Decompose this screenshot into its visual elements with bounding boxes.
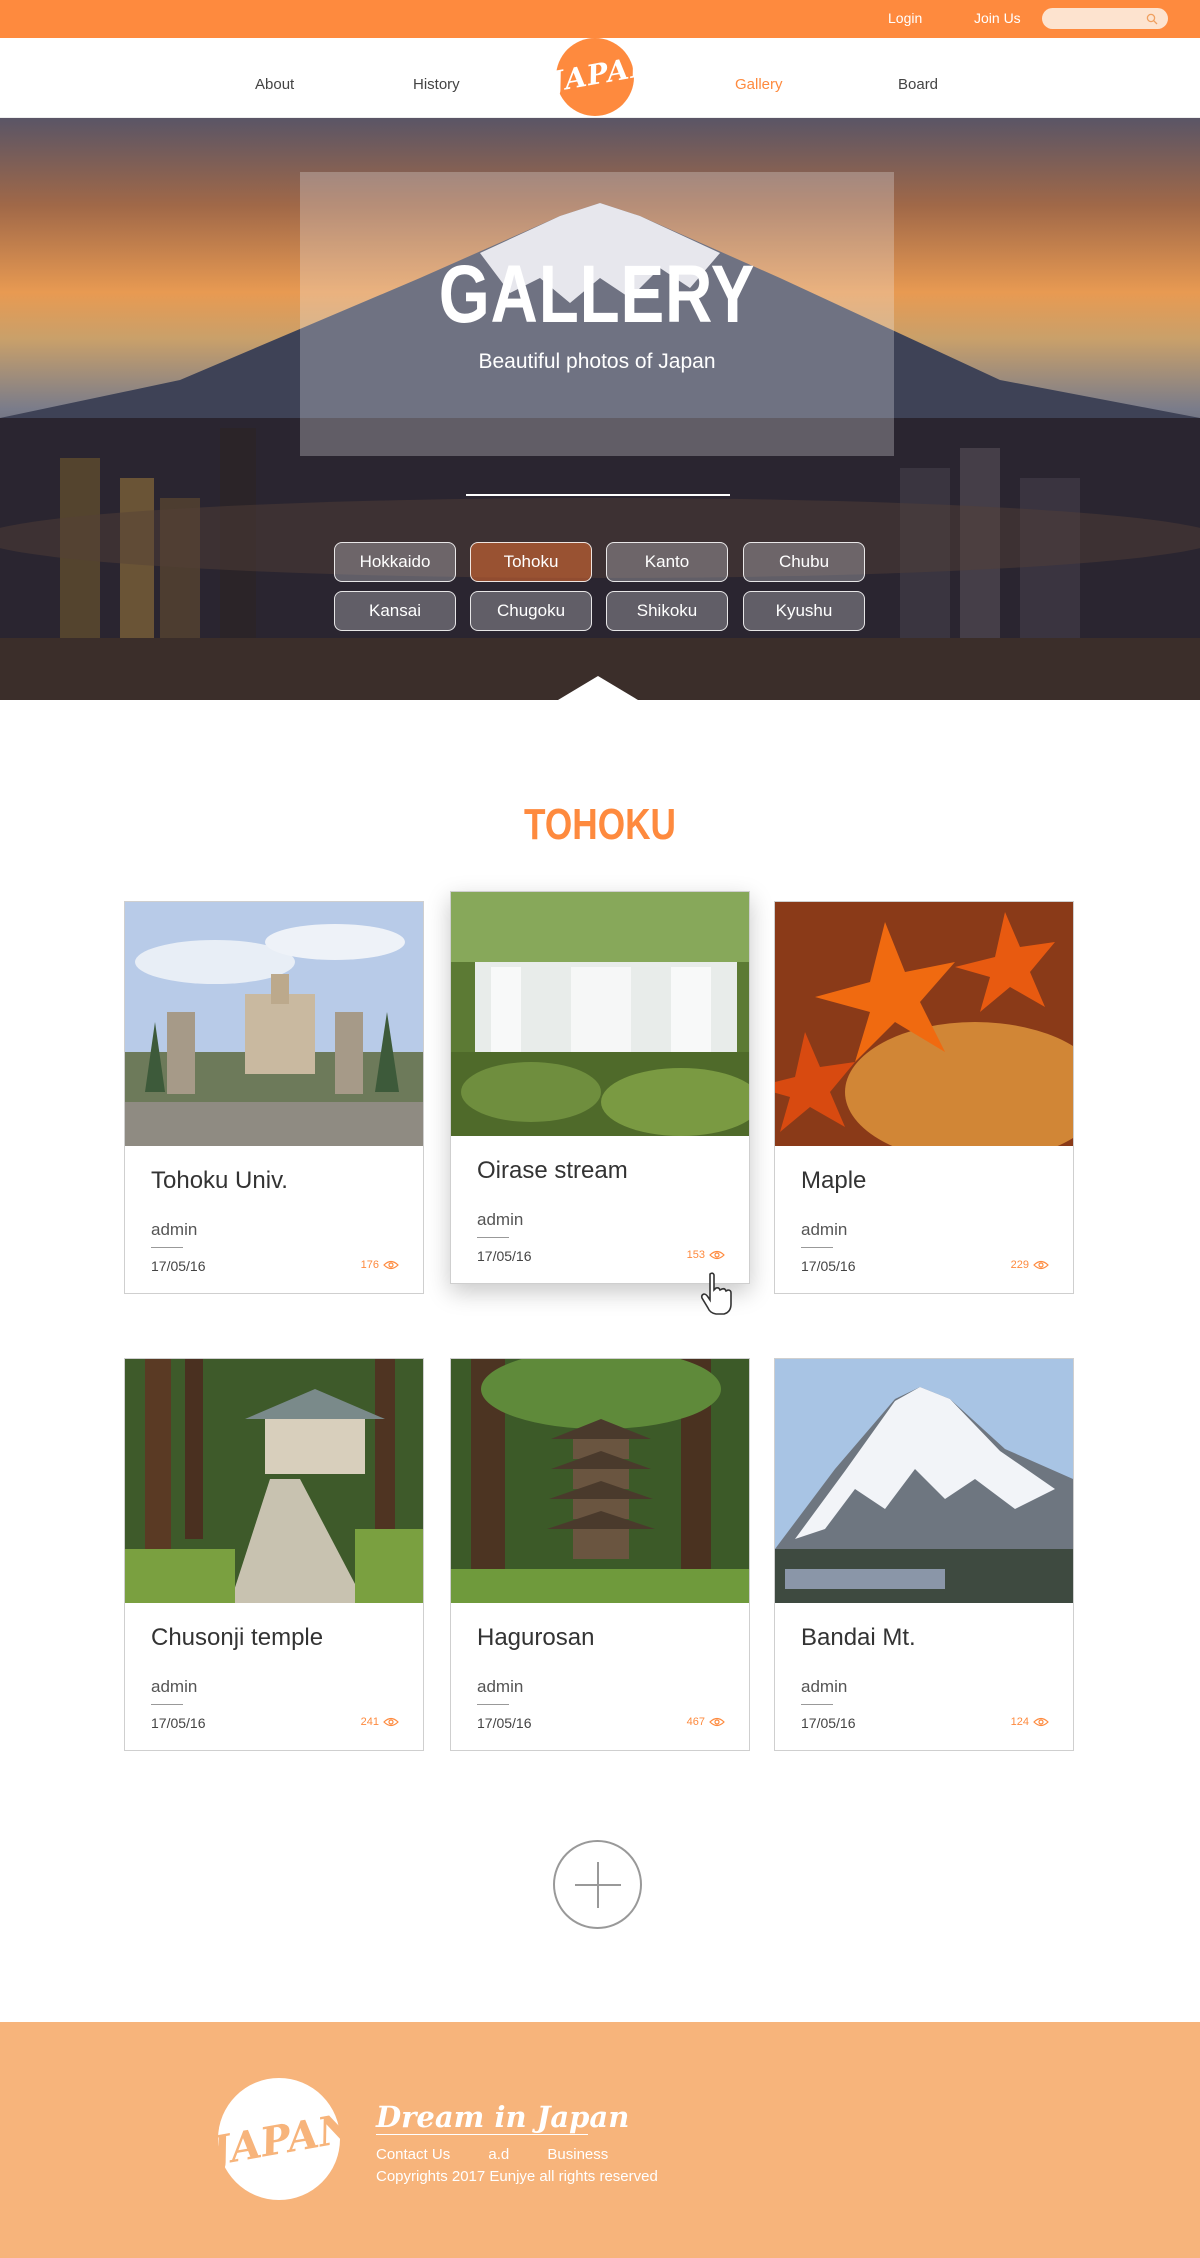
view-count-value: 229 (1010, 1259, 1029, 1271)
gallery-card[interactable]: Hagurosan admin 17/05/16 467 (450, 1358, 750, 1751)
card-title: Tohoku Univ. (151, 1167, 288, 1194)
card-author: admin (801, 1220, 848, 1239)
card-title: Maple (801, 1167, 867, 1194)
footer-link-contact[interactable]: Contact Us (376, 2146, 450, 2163)
eye-icon (383, 1717, 399, 1727)
nav-item-about[interactable]: About (255, 76, 294, 93)
card-photo[interactable] (451, 1359, 749, 1603)
footer-logo-text: JAPAN (207, 2103, 359, 2176)
load-more-button[interactable] (553, 1840, 642, 1929)
temple-photo (125, 1359, 423, 1603)
eye-icon (1033, 1260, 1049, 1270)
card-date: 17/05/16 (151, 1258, 206, 1274)
card-author: admin (151, 1677, 198, 1696)
pagoda-photo (451, 1359, 749, 1603)
card-divider (151, 1247, 183, 1248)
card-date: 17/05/16 (477, 1248, 532, 1264)
card-title: Hagurosan (477, 1624, 595, 1651)
top-bar: Login Join Us (0, 0, 1200, 38)
view-count: 176 (361, 1259, 399, 1271)
mountain-photo (775, 1359, 1073, 1603)
card-photo[interactable] (775, 902, 1073, 1146)
footer-link-ad[interactable]: a.d (488, 2146, 509, 2163)
nav-item-history[interactable]: History (413, 76, 460, 93)
card-title: Chusonji temple (151, 1624, 324, 1651)
card-divider (801, 1247, 833, 1248)
view-count-value: 124 (1010, 1716, 1029, 1728)
university-photo (125, 902, 423, 1146)
copyright: Copyrights 2017 Eunjye all rights reserv… (376, 2168, 658, 2185)
logo-text: JAPAN (547, 47, 659, 99)
eye-icon (709, 1717, 725, 1727)
search-input[interactable] (1042, 8, 1168, 29)
divider (466, 494, 730, 496)
card-author: admin (477, 1677, 524, 1696)
card-date: 17/05/16 (477, 1715, 532, 1731)
footer-divider (376, 2134, 588, 2135)
nav-item-board[interactable]: Board (898, 76, 938, 93)
maple-photo (775, 902, 1073, 1146)
login-link[interactable]: Login (888, 10, 922, 26)
region-button-kyushu[interactable]: Kyushu (743, 591, 865, 631)
card-author: admin (801, 1677, 848, 1696)
gallery-card[interactable]: Oirase stream admin 17/05/16 153 (450, 891, 750, 1284)
view-count-value: 241 (360, 1716, 379, 1728)
region-button-chubu[interactable]: Chubu (743, 542, 865, 582)
waterfall-photo (451, 892, 749, 1136)
page-title: GALLERY (438, 249, 756, 340)
nav-item-gallery[interactable]: Gallery (735, 76, 783, 93)
gallery-card[interactable]: Bandai Mt. admin 17/05/16 124 (774, 1358, 1074, 1751)
card-title: Oirase stream (477, 1157, 628, 1184)
hand-cursor-icon (700, 1272, 732, 1315)
page-subtitle: Beautiful photos of Japan (478, 350, 716, 373)
card-divider (151, 1704, 183, 1705)
card-photo[interactable] (775, 1359, 1073, 1603)
card-date: 17/05/16 (151, 1715, 206, 1731)
footer-link-business[interactable]: Business (547, 2146, 608, 2163)
card-author: admin (151, 1220, 198, 1239)
region-button-shikoku[interactable]: Shikoku (606, 591, 728, 631)
card-title: Bandai Mt. (801, 1624, 916, 1651)
view-count: 124 (1011, 1716, 1049, 1728)
region-button-chugoku[interactable]: Chugoku (470, 591, 592, 631)
eye-icon (383, 1260, 399, 1270)
card-divider (801, 1704, 833, 1705)
card-divider (477, 1237, 509, 1238)
eye-icon (1033, 1717, 1049, 1727)
eye-icon (709, 1250, 725, 1260)
gallery-card[interactable]: Tohoku Univ. admin 17/05/16 176 (124, 901, 424, 1294)
view-count: 467 (687, 1716, 725, 1728)
footer-slogan: Dream in Japan (376, 2100, 630, 2134)
view-count-value: 176 (360, 1259, 379, 1271)
region-button-tohoku[interactable]: Tohoku (470, 542, 592, 582)
card-date: 17/05/16 (801, 1258, 856, 1274)
join-link[interactable]: Join Us (974, 10, 1021, 26)
footer-links: Contact Us a.d Business (376, 2146, 642, 2163)
region-button-kanto[interactable]: Kanto (606, 542, 728, 582)
view-count-value: 467 (686, 1716, 705, 1728)
hero-banner: GALLERY Beautiful photos of Japan Hokkai… (0, 118, 1200, 700)
search-icon[interactable] (1146, 13, 1158, 25)
card-author: admin (477, 1210, 524, 1229)
section-title: TOHOKU (524, 800, 676, 849)
view-count: 241 (361, 1716, 399, 1728)
hero-notch (558, 676, 638, 700)
footer: JAPAN Dream in Japan Contact Us a.d Busi… (0, 2022, 1200, 2258)
gallery-card[interactable]: Chusonji temple admin 17/05/16 241 (124, 1358, 424, 1751)
card-photo[interactable] (451, 892, 749, 1136)
logo[interactable]: JAPAN (548, 38, 658, 116)
view-count: 229 (1011, 1259, 1049, 1271)
card-photo[interactable] (125, 902, 423, 1146)
card-date: 17/05/16 (801, 1715, 856, 1731)
footer-logo[interactable]: JAPAN (208, 2078, 358, 2200)
view-count: 153 (687, 1249, 725, 1261)
view-count-value: 153 (686, 1249, 705, 1261)
region-button-hokkaido[interactable]: Hokkaido (334, 542, 456, 582)
gallery-card[interactable]: Maple admin 17/05/16 229 (774, 901, 1074, 1294)
card-divider (477, 1704, 509, 1705)
card-photo[interactable] (125, 1359, 423, 1603)
region-button-kansai[interactable]: Kansai (334, 591, 456, 631)
